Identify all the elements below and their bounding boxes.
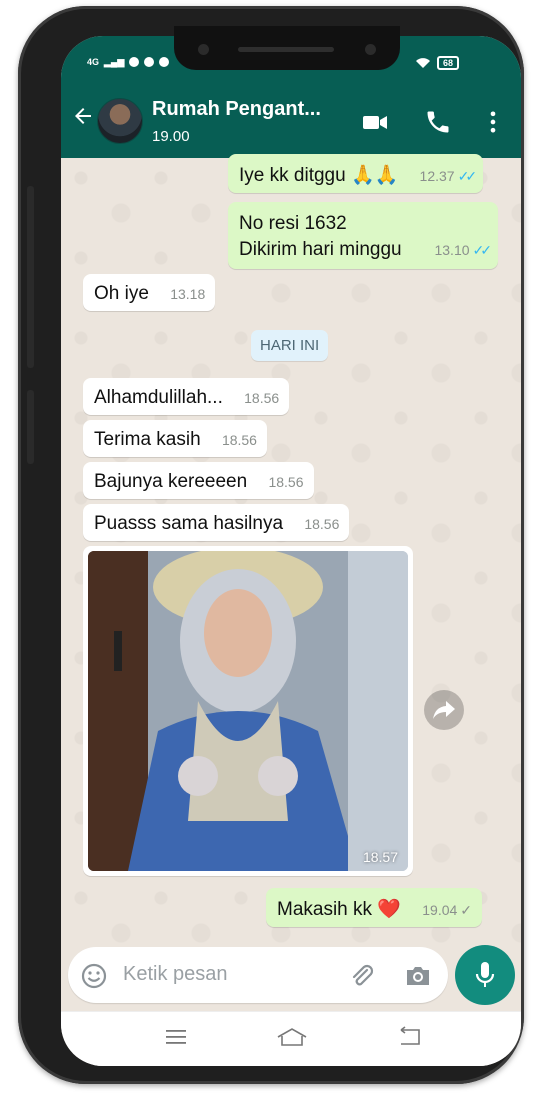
message-time: 18.56 [221,432,257,448]
message-time: 13.10 [434,242,470,258]
message-text: Puasss sama hasilnya [94,513,284,534]
emoji-icon[interactable] [80,962,108,990]
last-seen: 19.00 [152,128,190,145]
more-vert-icon[interactable] [479,108,507,136]
forward-icon[interactable] [424,690,464,730]
video-call-icon[interactable] [361,108,389,136]
signal-icon: ▂▄▆ [104,56,125,67]
messenger-notif-icon [129,57,140,67]
contact-name[interactable]: Rumah Pengant... [152,98,321,121]
message-time: 18.56 [268,474,304,490]
avatar[interactable] [97,98,143,144]
message-text: Oh iye [94,283,149,304]
home-icon[interactable] [276,1026,308,1048]
volume-button [27,186,34,368]
double-check-icon: ✓✓ [457,168,478,184]
message-bubble[interactable]: Puasss sama hasilnya 18.56 [83,504,350,541]
message-input[interactable]: Ketik pesan [123,963,228,986]
message-text-line: Dikirim hari minggu 13.10 ✓✓ [239,237,493,263]
message-bubble[interactable]: Iye kk ditggu 🙏🙏 12.37 ✓✓ [228,154,484,193]
message-text: Dikirim hari minggu [239,239,402,260]
image-message[interactable]: 18.57 [83,546,413,876]
message-time: 18.56 [244,390,280,406]
photo-illustration [88,551,408,871]
phone-frame: 4G ▂▄▆ 68 Rumah Pengant... 19.00 Iye kk … [18,6,524,1084]
android-nav-bar [61,1011,521,1066]
message-bubble[interactable]: No resi 1632 Dikirim hari minggu 13.10 ✓✓ [228,202,498,269]
power-button [27,390,34,464]
message-time: 12.37 [419,168,455,184]
message-input-box[interactable]: Ketik pesan [68,947,448,1003]
message-text: Bajunya kereeeen [94,471,248,492]
speaker-grill [238,47,334,52]
phone-icon[interactable] [424,108,452,136]
message-text-line: No resi 1632 [239,213,347,234]
message-bubble[interactable]: Makasih kk ❤️ 19.04 ✓ [266,888,483,927]
sensor [365,44,376,55]
message-bubble[interactable]: Bajunya kereeeen 18.56 [83,462,314,499]
message-text: Iye kk ditggu 🙏🙏 [239,165,399,186]
message-bubble[interactable]: Terima kasih 18.56 [83,420,267,457]
message-bubble[interactable]: Oh iye 13.18 [83,274,216,311]
message-time: 18.56 [304,516,340,532]
phone-notch [174,26,400,70]
check-icon: ✓ [460,902,473,918]
chat-area[interactable]: Iye kk ditggu 🙏🙏 12.37 ✓✓ No resi 1632 Di… [61,154,521,943]
arrow-left-icon[interactable] [71,104,95,128]
date-divider: HARI INI [251,330,329,361]
double-check-icon: ✓✓ [472,242,493,258]
message-text: Alhamdulillah... [94,387,223,408]
wifi-icon [415,58,430,68]
youtube-notif-icon [144,57,155,67]
bride-photo[interactable]: 18.57 [88,551,408,871]
message-text: Terima kasih [94,429,201,450]
network-type: 4G [87,56,100,67]
message-bubble[interactable]: Alhamdulillah... 18.56 [83,378,290,415]
camera-lens [198,44,209,55]
back-nav-icon[interactable] [397,1026,423,1048]
battery-icon: 68 [436,56,459,70]
composer-bar: Ketik pesan [61,943,521,1013]
mic-icon [475,962,495,987]
message-time: 19.04 [422,902,458,918]
paperclip-icon[interactable] [348,962,376,990]
app-notif-icon [159,57,170,67]
chat-header: Rumah Pengant... 19.00 [61,84,521,158]
message-time: 13.18 [170,286,206,302]
message-time: 18.57 [362,849,398,865]
mic-button[interactable] [455,945,515,1005]
phone-screen: 4G ▂▄▆ 68 Rumah Pengant... 19.00 Iye kk … [61,36,521,1066]
message-text: Makasih kk ❤️ [277,899,401,920]
recent-apps-icon[interactable] [163,1026,189,1048]
camera-icon[interactable] [404,962,432,990]
